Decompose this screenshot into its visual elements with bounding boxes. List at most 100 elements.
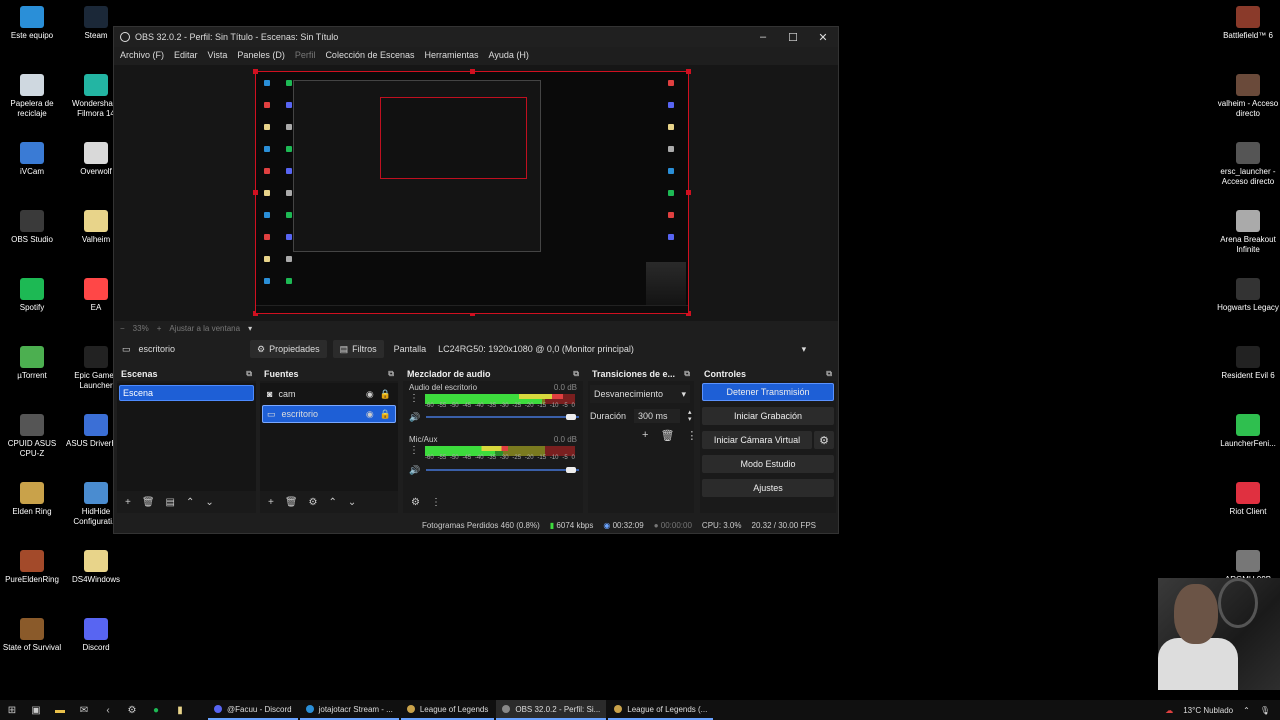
fit-window-label[interactable]: Ajustar a la ventana bbox=[169, 324, 240, 333]
taskbar-task[interactable]: @Facuu - Discord bbox=[208, 700, 298, 720]
chevron-up-icon[interactable]: ⌃ bbox=[1243, 706, 1250, 715]
weather[interactable]: 13°C Nublado bbox=[1183, 706, 1233, 715]
more-options-icon[interactable]: ⋮ bbox=[409, 393, 419, 404]
eye-icon[interactable]: ◉ bbox=[366, 389, 374, 400]
volume-knob[interactable] bbox=[565, 467, 576, 473]
desktop-icon[interactable]: Arena Breakout Infinite bbox=[1216, 210, 1280, 255]
close-icon[interactable]: ✕ bbox=[808, 31, 838, 44]
eye-icon[interactable]: ◉ bbox=[366, 409, 374, 420]
taskbar-task[interactable]: OBS 32.0.2 - Perfil: Si... bbox=[496, 700, 607, 720]
taskbar-task[interactable]: League of Legends bbox=[400, 700, 495, 720]
list-item[interactable]: Escena bbox=[119, 385, 254, 401]
start-recording-button[interactable]: Iniciar Grabación bbox=[702, 407, 834, 425]
chevron-down-icon[interactable]: ⌄ bbox=[348, 497, 356, 508]
desktop-icon[interactable]: Riot Client bbox=[1216, 482, 1280, 517]
undock-icon[interactable]: ⧉ bbox=[573, 369, 579, 379]
valheim-icon[interactable]: ▮ bbox=[168, 705, 192, 716]
gear-icon[interactable]: ⚙ bbox=[309, 497, 318, 508]
transition-select[interactable]: Desvanecimiento ▾ bbox=[590, 385, 690, 403]
chevron-down-icon[interactable]: ▾ bbox=[248, 324, 252, 333]
trash-icon[interactable]: 🗑 bbox=[660, 429, 674, 442]
desktop-icon[interactable]: Discord bbox=[64, 618, 128, 653]
more-options-icon[interactable]: ⋮ bbox=[431, 497, 441, 508]
volume-slider[interactable] bbox=[426, 467, 579, 473]
folder-icon[interactable]: ▬ bbox=[48, 705, 72, 716]
monitor-select[interactable]: LC24RG50: 1920x1080 @ 0,0 (Monitor princ… bbox=[432, 340, 812, 358]
speaker-icon[interactable]: 🔊 bbox=[409, 412, 420, 423]
chevron-up-icon[interactable]: ⌃ bbox=[329, 497, 337, 508]
undock-icon[interactable]: ⧉ bbox=[684, 369, 690, 379]
stop-stream-button[interactable]: Detener Transmisión bbox=[702, 383, 834, 401]
undock-icon[interactable]: ⧉ bbox=[246, 369, 252, 379]
list-item[interactable]: ▭ escritorio ◉ 🔒 bbox=[262, 405, 396, 423]
desktop-icon[interactable]: Hogwarts Legacy bbox=[1216, 278, 1280, 313]
desktop-icon[interactable]: Spotify bbox=[0, 278, 64, 313]
list-item[interactable]: ◙ cam ◉ 🔒 bbox=[262, 385, 396, 403]
menu-editar[interactable]: Editar bbox=[174, 50, 198, 60]
zoom-out-icon[interactable]: − bbox=[120, 324, 125, 333]
add-icon[interactable]: + bbox=[642, 429, 648, 442]
desktop-icon[interactable]: iVCam bbox=[0, 142, 64, 177]
desktop-icon[interactable]: Papelera de reciclaje bbox=[0, 74, 64, 119]
undock-icon[interactable]: ⧉ bbox=[388, 369, 394, 379]
back-icon[interactable]: ‹ bbox=[96, 705, 120, 716]
windows-start-icon[interactable]: ⊞ bbox=[0, 705, 24, 716]
desktop-icon[interactable]: PureEldenRing bbox=[0, 550, 64, 585]
resize-handle[interactable] bbox=[253, 190, 258, 195]
desktop-icon[interactable]: LauncherFeni... bbox=[1216, 414, 1280, 449]
resize-handle[interactable] bbox=[686, 190, 691, 195]
resize-handle[interactable] bbox=[470, 69, 475, 74]
trash-icon[interactable]: 🗑 bbox=[285, 497, 298, 508]
preview-canvas[interactable] bbox=[253, 69, 691, 316]
lock-icon[interactable]: 🔒 bbox=[380, 409, 391, 420]
desktop-icon[interactable]: valheim - Acceso directo bbox=[1216, 74, 1280, 119]
maximize-icon[interactable]: ☐ bbox=[778, 31, 808, 44]
undock-icon[interactable]: ⧉ bbox=[826, 369, 832, 379]
gear-icon[interactable]: ⚙ bbox=[411, 497, 420, 508]
volume-slider[interactable] bbox=[426, 414, 579, 420]
studio-mode-button[interactable]: Modo Estudio bbox=[702, 455, 834, 473]
add-icon[interactable]: + bbox=[125, 497, 131, 508]
desktop-icon[interactable]: State of Survival bbox=[0, 618, 64, 653]
menu-ayuda[interactable]: Ayuda (H) bbox=[489, 50, 529, 60]
duration-input[interactable]: 300 ms bbox=[634, 409, 681, 423]
spinner-icon[interactable]: ▴ ▾ bbox=[688, 409, 692, 423]
explorer-icon[interactable]: ▣ bbox=[24, 705, 48, 716]
chevron-down-icon[interactable]: ⌄ bbox=[205, 497, 213, 508]
filter-icon[interactable]: ▤ bbox=[166, 497, 175, 508]
resize-handle[interactable] bbox=[686, 69, 691, 74]
menu-vista[interactable]: Vista bbox=[208, 50, 228, 60]
filters-button[interactable]: ▤ Filtros bbox=[332, 340, 384, 358]
desktop-icon[interactable]: DS4Windows bbox=[64, 550, 128, 585]
settings-icon[interactable]: ⚙ bbox=[120, 705, 144, 716]
desktop-icon[interactable]: OBS Studio bbox=[0, 210, 64, 245]
volume-knob[interactable] bbox=[565, 414, 576, 420]
settings-button[interactable]: Ajustes bbox=[702, 479, 834, 497]
properties-button[interactable]: ⚙ Propiedades bbox=[250, 340, 327, 358]
menu-paneles[interactable]: Paneles (D) bbox=[237, 50, 285, 60]
desktop-icon[interactable]: µTorrent bbox=[0, 346, 64, 381]
more-options-icon[interactable]: ⋮ bbox=[686, 429, 697, 442]
chevron-up-icon[interactable]: ⌃ bbox=[186, 497, 194, 508]
speaker-icon[interactable]: 🔊 bbox=[409, 465, 420, 476]
desktop-icon[interactable]: Resident Evil 6 bbox=[1216, 346, 1280, 381]
desktop-icon[interactable]: Este equipo bbox=[0, 6, 64, 41]
menu-perfil[interactable]: Perfil bbox=[295, 50, 316, 60]
desktop-icon[interactable]: Elden Ring bbox=[0, 482, 64, 517]
spotify-icon[interactable]: ● bbox=[144, 705, 168, 716]
menu-herramientas[interactable]: Herramientas bbox=[425, 50, 479, 60]
taskbar-task[interactable]: jotajotacr Stream - ... bbox=[299, 700, 399, 720]
desktop-icon[interactable]: ersc_launcher - Acceso directo bbox=[1216, 142, 1280, 187]
desktop-icon[interactable]: Battlefield™ 6 bbox=[1216, 6, 1280, 41]
virtual-cam-settings-button[interactable]: ⚙ bbox=[814, 431, 834, 449]
add-icon[interactable]: + bbox=[268, 497, 274, 508]
menu-coleccion-escenas[interactable]: Colección de Escenas bbox=[325, 50, 414, 60]
taskbar-task[interactable]: League of Legends (... bbox=[608, 700, 714, 720]
lock-icon[interactable]: 🔒 bbox=[380, 389, 391, 400]
resize-handle[interactable] bbox=[253, 69, 258, 74]
microphone-icon[interactable]: 🎙 bbox=[1260, 706, 1270, 715]
minimize-icon[interactable]: – bbox=[748, 31, 778, 44]
desktop-icon[interactable]: CPUID ASUS CPU-Z bbox=[0, 414, 64, 459]
more-options-icon[interactable]: ⋮ bbox=[409, 445, 419, 456]
start-virtual-cam-button[interactable]: Iniciar Cámara Virtual bbox=[702, 431, 812, 449]
